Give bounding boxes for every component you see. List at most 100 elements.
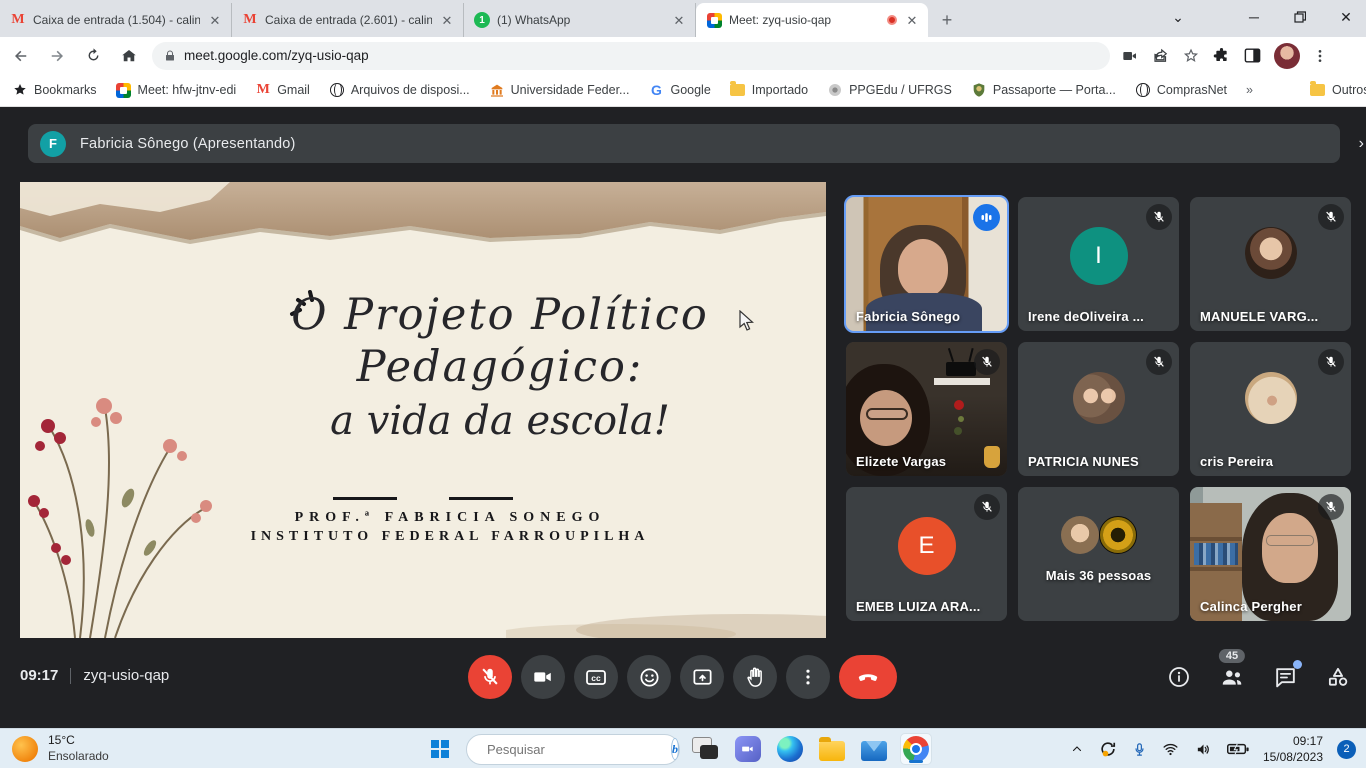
reactions-button[interactable] [627,655,671,699]
tab-meet-active[interactable]: Meet: zyq-usio-qap ✕ [696,3,928,37]
windows-taskbar: 15°C Ensolarado b [0,728,1366,768]
mouse-cursor [738,310,756,332]
bookmark-ppgedu[interactable]: PPGEdu / UFRGS [827,82,952,98]
tab-gmail-2[interactable]: M Caixa de entrada (2.601) - calinca ✕ [232,3,464,37]
participants-panel-button[interactable]: 45 [1218,663,1246,691]
bookmark-google[interactable]: G Google [648,82,710,98]
weather-widget[interactable]: 15°C Ensolarado [12,733,109,764]
globe-icon [330,83,344,97]
slide-title: O Projeto Político Pedagógico: a vida da… [180,290,820,444]
address-bar[interactable]: meet.google.com/zyq-usio-qap [152,42,1110,70]
notification-count-badge[interactable]: 2 [1337,740,1356,759]
banner-expand-chevron-icon[interactable]: › [1359,135,1364,153]
teams-chat-button[interactable] [732,733,764,765]
wifi-icon[interactable] [1161,741,1180,757]
captions-button[interactable]: cc [574,655,618,699]
participant-tile-emeb[interactable]: E EMEB LUIZA ARA... [846,487,1007,621]
window-restore-button[interactable] [1280,0,1320,34]
activities-button[interactable] [1324,663,1352,691]
participant-tile-calinca[interactable]: Calinca Pergher [1190,487,1351,621]
bookmark-comprasnet[interactable]: ComprasNet [1135,82,1227,98]
bookmark-importado[interactable]: Importado [730,82,808,98]
browser-menu-icon[interactable] [1312,47,1328,65]
participant-tile-fabricia[interactable]: Fabricia Sônego [846,197,1007,331]
mail-button[interactable] [858,733,890,765]
search-input[interactable] [487,742,663,757]
participant-tile-irene[interactable]: I Irene deOliveira ... [1018,197,1179,331]
presenter-avatar: F [40,131,66,157]
camera-in-use-icon[interactable] [1120,48,1140,64]
mic-off-button[interactable] [468,655,512,699]
bookmark-passaporte[interactable]: Passaporte — Porta... [971,82,1116,98]
present-button[interactable] [680,655,724,699]
bookmark-outros-favoritos[interactable]: Outros favoritos [1310,82,1366,98]
task-view-button[interactable] [690,733,722,765]
window-minimize-button[interactable]: ─ [1234,0,1274,34]
tray-expand-chevron-icon[interactable] [1070,743,1084,755]
file-explorer-button[interactable] [816,733,848,765]
extensions-icon[interactable] [1212,46,1231,65]
camera-button[interactable] [521,655,565,699]
window-close-button[interactable]: ✕ [1326,0,1366,34]
bookmark-universidade[interactable]: Universidade Feder... [489,82,630,98]
bookmark-arquivos[interactable]: Arquivos de disposi... [329,82,470,98]
tab-gmail-1[interactable]: M Caixa de entrada (1.504) - calinca ✕ [0,3,232,37]
bookmark-label: Meet: hfw-jtnv-edi [138,83,237,97]
participant-initial-avatar: E [898,517,956,575]
weather-condition: Ensolarado [48,749,109,765]
participant-tile-cris[interactable]: cris Pereira [1190,342,1351,476]
participant-tile-overflow[interactable]: Mais 36 pessoas [1018,487,1179,621]
bookmarks-overflow-chevron[interactable]: » [1246,83,1253,97]
folder-icon [1310,84,1325,96]
participant-tile-patricia[interactable]: PATRICIA NUNES [1018,342,1179,476]
chrome-button[interactable] [900,733,932,765]
ppgedu-icon [827,82,843,98]
participant-tile-elizete[interactable]: Elizete Vargas [846,342,1007,476]
presenting-banner[interactable]: F Fabricia Sônego (Apresentando) [28,124,1340,163]
mic-muted-icon [1318,494,1344,520]
microphone-tray-icon[interactable] [1132,740,1147,759]
clock-time: 09:17 [1263,733,1323,749]
meeting-details-button[interactable] [1165,663,1193,691]
slide-credit-line2: INSTITUTO FEDERAL FARROUPILHA [80,529,820,545]
battery-icon[interactable] [1227,742,1249,756]
tab-close-icon[interactable]: ✕ [904,12,920,28]
tab-whatsapp[interactable]: 1 (1) WhatsApp ✕ [464,3,696,37]
tab-close-icon[interactable]: ✕ [439,12,455,28]
windows-logo-icon [431,740,449,758]
bookmark-meet[interactable]: Meet: hfw-jtnv-edi [116,82,237,98]
bookmark-star-icon[interactable] [1182,47,1200,65]
share-icon[interactable] [1152,47,1170,65]
sync-status-icon[interactable] [1098,739,1118,759]
profile-avatar[interactable] [1274,43,1300,69]
new-tab-button[interactable]: + [934,7,960,33]
leave-call-button[interactable] [839,655,897,699]
bookmark-label: Bookmarks [34,83,97,97]
back-button[interactable] [6,41,36,71]
edge-button[interactable] [774,733,806,765]
chat-panel-button[interactable] [1271,663,1299,691]
start-button[interactable] [424,733,456,765]
participant-name: Calinca Pergher [1200,599,1302,614]
participant-name: MANUELE VARG... [1200,309,1318,324]
forward-button[interactable] [42,41,72,71]
home-button[interactable] [114,41,144,71]
presentation-stage[interactable]: O Projeto Político Pedagógico: a vida da… [20,182,826,638]
tab-search-chevron-icon[interactable]: ⌄ [1158,0,1198,34]
reload-button[interactable] [78,41,108,71]
volume-icon[interactable] [1194,741,1213,758]
raise-hand-button[interactable] [733,655,777,699]
bookmark-bookmarks[interactable]: Bookmarks [12,82,97,98]
globe-icon [1136,83,1150,97]
tab-close-icon[interactable]: ✕ [671,12,687,28]
system-clock[interactable]: 09:17 15/08/2023 [1263,733,1323,765]
bookmark-gmail[interactable]: M Gmail [255,82,310,98]
meeting-clock: 09:17 [20,667,58,684]
participant-tile-manuele[interactable]: MANUELE VARG... [1190,197,1351,331]
side-panel-icon[interactable] [1243,46,1262,65]
sun-icon [12,736,38,762]
tab-close-icon[interactable]: ✕ [207,12,223,28]
more-options-button[interactable] [786,655,830,699]
taskbar-search[interactable]: b [466,734,680,765]
bookmark-label: Gmail [277,83,310,97]
